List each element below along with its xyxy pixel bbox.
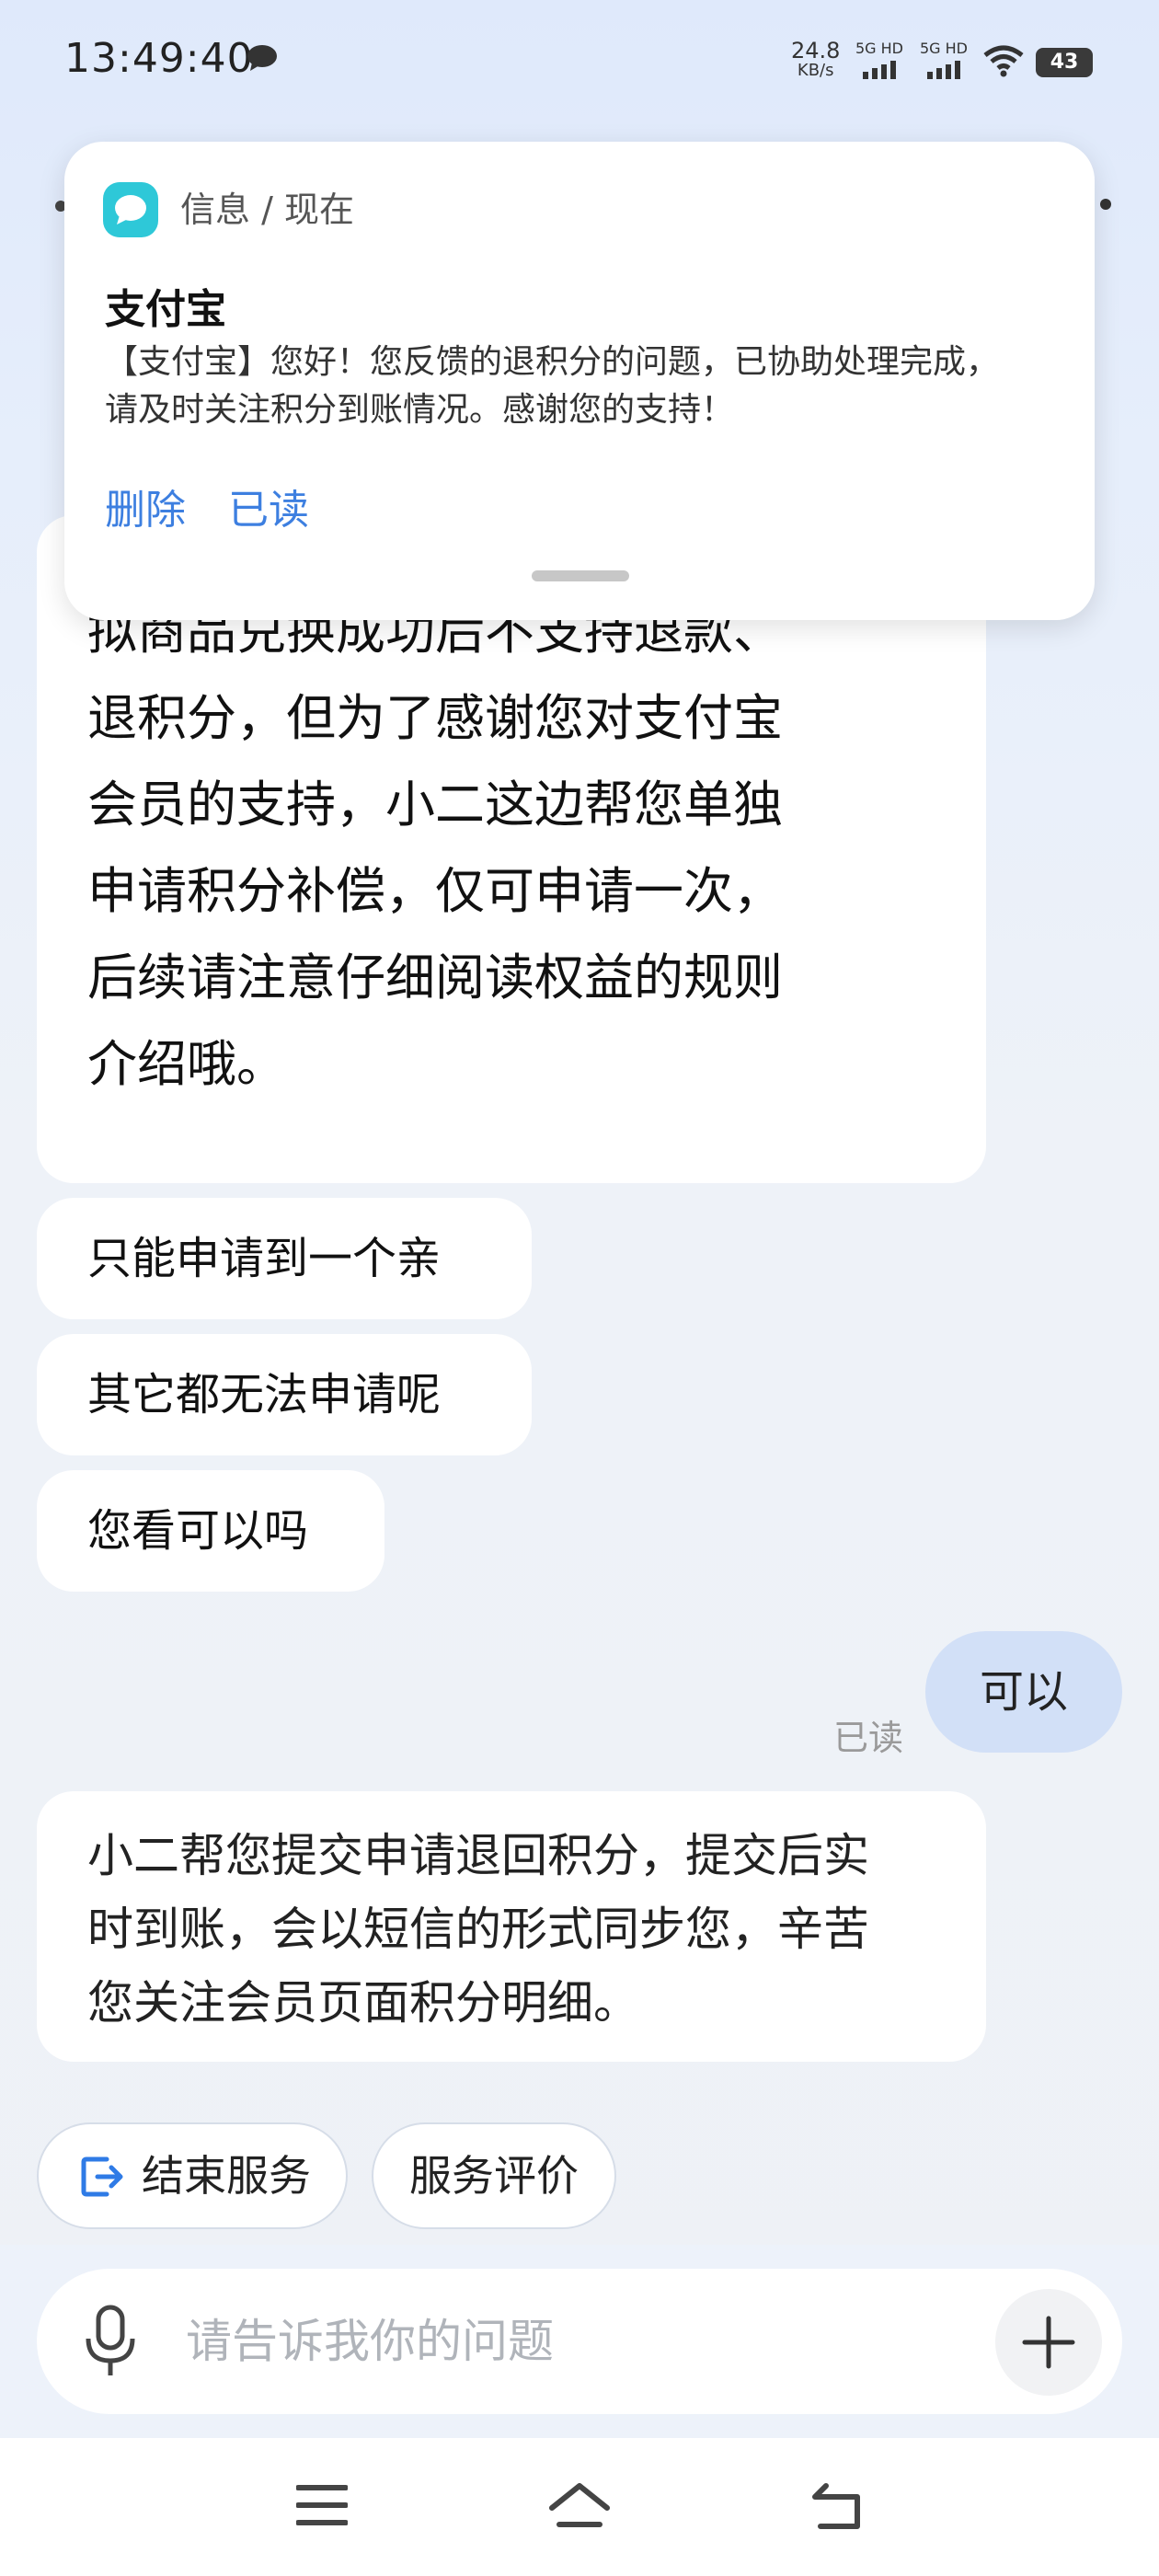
home-icon[interactable] [548,2482,611,2532]
agent-message-bubble: 只能申请到一个亲 [37,1198,532,1319]
rate-service-label: 服务评价 [409,2151,579,2201]
network-speed: 24.8 KB/s [791,38,841,80]
user-message-bubble: 可以 [925,1631,1122,1753]
agent-message-bubble: 其它都无法申请呢 [37,1334,532,1455]
mark-read-button[interactable]: 已读 [228,477,309,535]
agent-message-bubble: 小二帮您提交申请退回积分，提交后实 时到账，会以短信的形式同步您，辛苦 您关注会… [37,1791,986,2062]
rate-service-button[interactable]: 服务评价 [372,2122,616,2229]
menu-icon[interactable] [296,2482,348,2528]
signal-sim2-icon: 5G HD [916,40,971,83]
agent-message-text: 其它都无法申请呢 [87,1369,442,1420]
end-service-label: 结束服务 [142,2151,311,2201]
notification-source: 信息 / 现在 [180,190,354,230]
exit-icon [81,2156,123,2197]
more-icon[interactable] [1100,199,1111,210]
user-message-text: 可以 [979,1666,1068,1718]
back-nav-icon[interactable] [811,2482,863,2532]
plus-button[interactable] [995,2289,1102,2396]
notification-title: 支付宝 [105,286,226,333]
end-service-button[interactable]: 结束服务 [37,2122,348,2229]
read-status: 已读 [833,1718,904,1758]
message-input[interactable]: 请告诉我你的问题 [186,2269,554,2414]
notification-body: 【支付宝】您好！您反馈的退积分的问题，已协助处理完成， 请及时关注积分到账情况。… [105,343,1000,429]
agent-message-bubble: 您看可以吗 [37,1470,384,1592]
message-notification-icon [247,45,277,71]
wifi-icon [983,45,1024,77]
clock: 13:49:40 [64,35,254,82]
notification-card[interactable]: 信息 / 现在 支付宝 【支付宝】您好！您反馈的退积分的问题，已协助处理完成， … [64,142,1095,620]
battery-icon: 43 [1036,48,1093,77]
drag-handle[interactable] [532,570,629,581]
message-input-bar[interactable]: 请告诉我你的问题 [37,2269,1122,2414]
agent-message-text: 您看可以吗 [87,1505,309,1557]
agent-message-text: 小二帮您提交申请退回积分，提交后实 时到账，会以短信的形式同步您，辛苦 您关注会… [87,1829,869,2030]
messages-app-icon [103,182,158,237]
plus-icon [1022,2316,1075,2369]
system-nav-bar [0,2438,1159,2576]
microphone-icon[interactable] [83,2304,138,2379]
agent-message-text: 拟商品兑换成功后不支持退款、 退积分，但为了感谢您对支付宝 会员的支持，小二这边… [87,603,783,1093]
agent-message-text: 只能申请到一个亲 [87,1233,442,1284]
status-bar: 13:49:40 24.8 KB/s 5G HD 5G HD 43 [0,0,1159,120]
delete-button[interactable]: 删除 [105,477,186,535]
signal-sim1-icon: 5G HD [852,40,907,83]
